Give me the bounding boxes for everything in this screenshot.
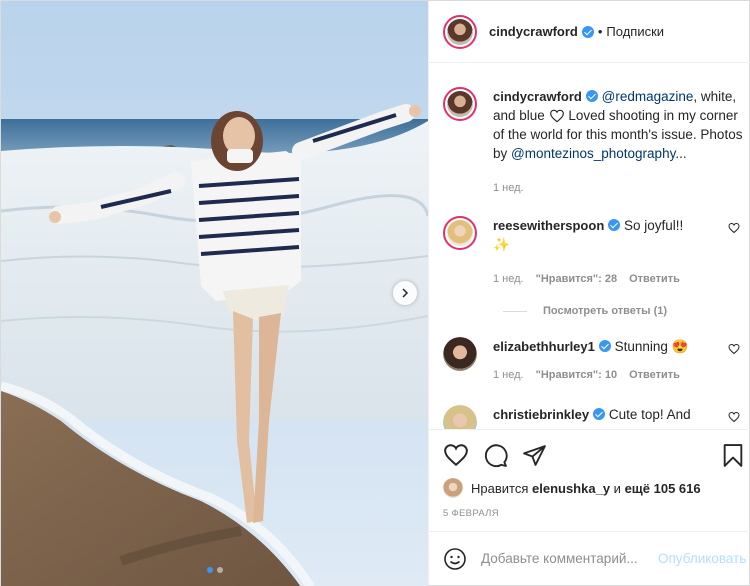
commenter-avatar[interactable] [443, 405, 477, 429]
caption-avatar[interactable] [443, 87, 477, 121]
comment-icon [484, 443, 508, 467]
comment-meta: 1 нед. "Нравится": 10 Ответить [493, 366, 744, 385]
likes-count[interactable]: ещё 105 616 [625, 481, 701, 496]
comment-button[interactable] [483, 443, 508, 468]
caption-time[interactable]: 1 нед. [493, 179, 524, 198]
commenter-avatar[interactable] [443, 216, 477, 250]
post-header: cindycrawford • Подписки [429, 1, 750, 63]
carousel-dots [1, 567, 428, 573]
comment-text: Stunning [614, 339, 668, 354]
author-username[interactable]: cindycrawford [489, 24, 578, 39]
add-comment-bar: Опубликовать [429, 531, 750, 585]
comment-heart-icon[interactable] [728, 343, 740, 355]
comment-likes[interactable]: "Нравится": 28 [536, 270, 617, 289]
liker-username[interactable]: elenushka_y [532, 481, 610, 496]
comment-text: Cute top! And [608, 407, 691, 422]
caption-mention-photographer[interactable]: @montezinos_photography [511, 146, 675, 161]
heart-eyes-emoji-icon: 😍 [671, 339, 689, 354]
carousel-dot-active [206, 567, 213, 573]
author-avatar[interactable] [443, 14, 477, 49]
caption-body: cindycrawford @redmagazine, white, and b… [493, 87, 744, 198]
comment-username[interactable]: christiebrinkley [493, 407, 589, 422]
save-button[interactable] [722, 443, 744, 468]
post-date[interactable]: 5 февраля [443, 508, 746, 519]
carousel-dot [216, 567, 223, 573]
likes-conjunction: и [613, 480, 621, 496]
reply-button[interactable]: Ответить [629, 366, 680, 385]
emoji-picker-button[interactable] [443, 547, 467, 571]
comment-username[interactable]: elizabethhurley1 [493, 339, 595, 354]
comment-meta: 1 нед. "Нравится": 28 Ответить [493, 270, 744, 289]
view-replies-button[interactable]: Посмотреть ответы (1) [503, 305, 744, 317]
beach-photo [1, 1, 428, 586]
verified-badge-icon [593, 408, 606, 420]
chevron-right-icon [402, 288, 409, 298]
comment-input[interactable] [481, 551, 658, 566]
comment-body: elizabethhurley1 Stunning 😍 1 нед. "Нрав… [493, 337, 744, 385]
instagram-post: cindycrawford • Подписки cindycrawford @… [0, 0, 750, 586]
verified-badge-icon [581, 25, 594, 38]
comments-list[interactable]: cindycrawford @redmagazine, white, and b… [429, 63, 750, 429]
comment-time[interactable]: 1 нед. [493, 270, 524, 289]
caption-username[interactable]: cindycrawford [493, 89, 582, 104]
comment: christiebrinkley Cute top! And [443, 405, 744, 429]
header-separator: • [597, 24, 603, 39]
caption-ellipsis[interactable]: ... [675, 146, 686, 161]
reply-button[interactable]: Ответить [629, 270, 680, 289]
likes-prefix: Нравится [471, 480, 529, 496]
caption-mention[interactable]: @redmagazine [602, 89, 694, 104]
following-button[interactable]: Подписки [606, 24, 664, 39]
replies-divider [503, 310, 527, 312]
comment-time[interactable]: 1 нед. [493, 366, 524, 385]
comment-username[interactable]: reesewitherspoon [493, 218, 604, 233]
comment-heart-icon[interactable] [728, 222, 740, 234]
comment-likes[interactable]: "Нравится": 10 [536, 366, 617, 385]
sparkles-emoji-icon: ✨ [493, 237, 510, 252]
likes-summary: Нравится elenushka_y и ещё 105 616 [443, 478, 746, 498]
post-sidebar: cindycrawford • Подписки cindycrawford @… [428, 1, 750, 585]
heart-emoji-icon [549, 109, 564, 123]
post-actions: Нравится elenushka_y и ещё 105 616 5 фев… [429, 429, 750, 531]
view-replies-label: Посмотреть ответы (1) [543, 305, 668, 317]
comment: elizabethhurley1 Stunning 😍 1 нед. "Нрав… [443, 337, 744, 385]
publish-button[interactable]: Опубликовать [658, 551, 746, 566]
comment-heart-icon[interactable] [728, 411, 740, 423]
comment-body: christiebrinkley Cute top! And [493, 405, 744, 424]
emoji-icon [444, 547, 466, 570]
comment: reesewitherspoon So joyful!! ✨ 1 нед. "Н… [443, 216, 744, 289]
share-icon [523, 444, 546, 466]
bookmark-icon [724, 443, 743, 467]
verified-badge-icon [608, 219, 621, 231]
share-button[interactable] [522, 443, 547, 468]
comment-text: So joyful!! [624, 218, 684, 233]
liker-avatar[interactable] [443, 478, 463, 498]
action-icons [443, 430, 746, 480]
like-button[interactable] [443, 443, 469, 467]
verified-badge-icon [598, 340, 611, 352]
verified-badge-icon [585, 90, 598, 102]
next-photo-button[interactable] [393, 281, 417, 305]
caption: cindycrawford @redmagazine, white, and b… [443, 87, 744, 198]
heart-icon [444, 444, 468, 467]
comment-body: reesewitherspoon So joyful!! ✨ 1 нед. "Н… [493, 216, 744, 289]
commenter-avatar[interactable] [443, 337, 477, 371]
post-photo[interactable] [1, 1, 428, 586]
caption-meta: 1 нед. [493, 179, 744, 198]
